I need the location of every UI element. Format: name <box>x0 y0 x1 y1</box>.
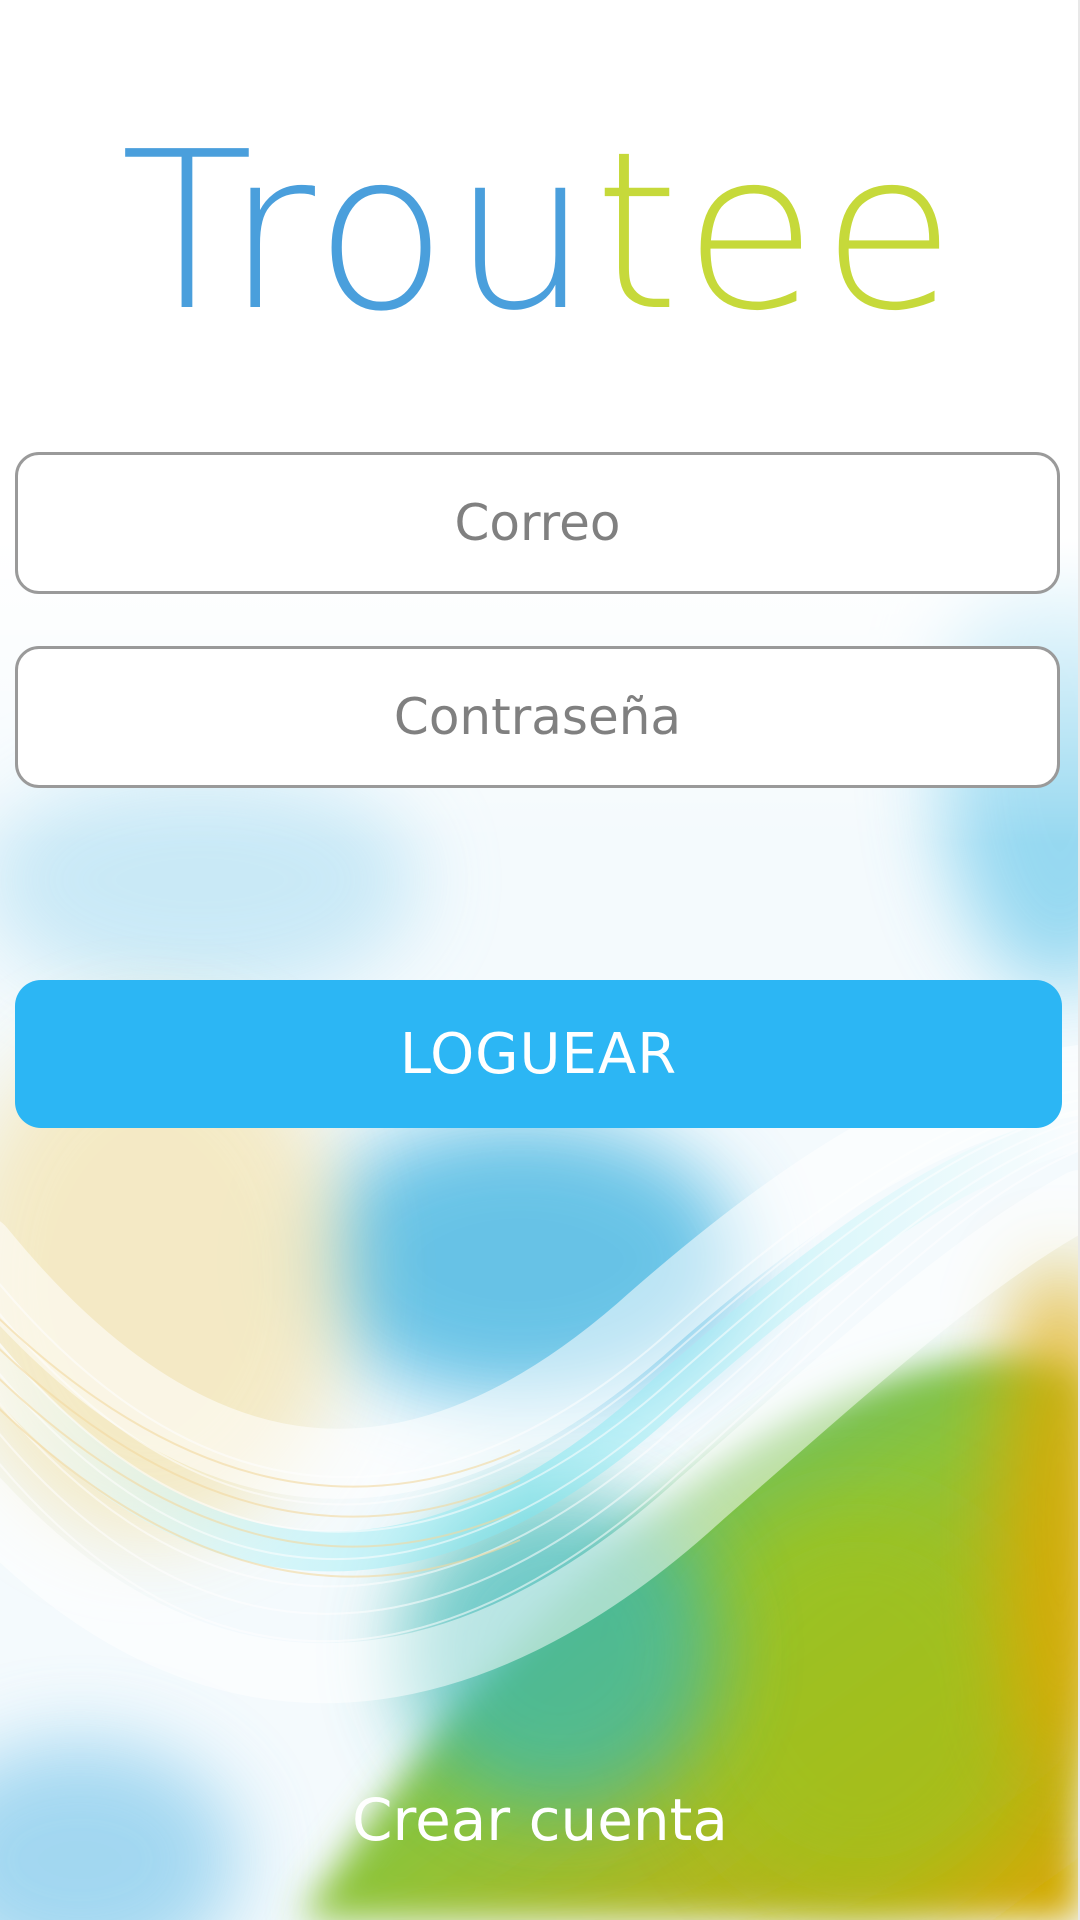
troutee-logo: Troutee <box>0 118 1080 348</box>
logo-text-green: tee <box>593 106 960 359</box>
create-account-link[interactable]: Crear cuenta <box>0 1780 1080 1860</box>
password-input[interactable] <box>15 646 1060 788</box>
login-button[interactable]: LOGUEAR <box>15 980 1062 1128</box>
logo-text-blue: Trou <box>120 106 594 359</box>
email-input[interactable] <box>15 452 1060 594</box>
login-screen: Troutee LOGUEAR Crear cuenta <box>0 0 1080 1920</box>
